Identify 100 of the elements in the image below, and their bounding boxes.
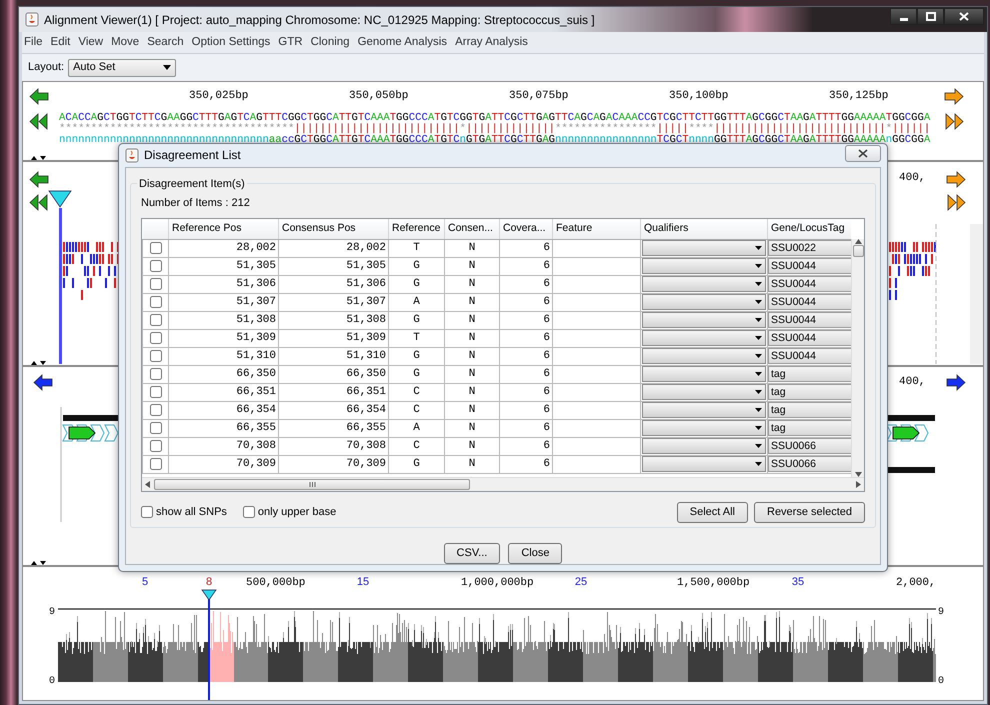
qualifier-dropdown[interactable]: [642, 258, 766, 274]
qualifier-dropdown[interactable]: [642, 402, 766, 418]
row-checkbox[interactable]: [150, 404, 162, 416]
scroll-left-arrow-icon[interactable]: [29, 88, 49, 105]
scroll-left-arrow-icon[interactable]: [33, 374, 53, 391]
column-header[interactable]: Consen...: [444, 219, 500, 239]
table-cell: N: [444, 437, 500, 455]
vertical-scrollbar[interactable]: [851, 239, 864, 477]
table-cell: 51,309: [168, 329, 278, 347]
select-all-button[interactable]: Select All: [676, 502, 748, 522]
table-cell: T: [388, 239, 444, 257]
table-cell: 6: [500, 275, 552, 293]
table-cell: 70,308: [168, 437, 278, 455]
row-checkbox[interactable]: [150, 332, 162, 344]
row-checkbox[interactable]: [150, 368, 162, 380]
table-cell: 66,351: [278, 383, 388, 401]
ruler-label: 8: [206, 576, 212, 588]
horizontal-scrollbar[interactable]: [142, 477, 864, 491]
row-checkbox[interactable]: [150, 458, 162, 470]
scroll-thumb[interactable]: [154, 479, 470, 490]
option-checkbox[interactable]: [242, 506, 255, 518]
ruler-label: 25: [574, 576, 588, 588]
scroll-right-arrow-icon[interactable]: [946, 374, 966, 391]
ruler-label: 5: [142, 576, 148, 588]
gene-tag-cell: tag: [768, 420, 852, 436]
menu-item[interactable]: GTR: [278, 34, 303, 52]
menu-item[interactable]: Array Analysis: [455, 34, 528, 52]
layout-dropdown[interactable]: Auto Set: [68, 58, 176, 76]
menu-item[interactable]: Move: [111, 34, 140, 52]
table-cell: 51,306: [278, 275, 388, 293]
row-checkbox[interactable]: [150, 314, 162, 326]
table-cell: N: [444, 401, 500, 419]
fast-left-arrow-icon[interactable]: [29, 113, 49, 130]
scroll-left-icon: [145, 481, 150, 488]
qualifier-dropdown[interactable]: [642, 348, 766, 364]
qualifier-dropdown[interactable]: [642, 294, 766, 310]
table-cell: N: [444, 347, 500, 365]
qualifier-dropdown[interactable]: [642, 330, 766, 346]
axis-label: 0: [938, 676, 944, 687]
row-checkbox[interactable]: [150, 440, 162, 452]
scroll-right-arrow-icon[interactable]: [946, 171, 966, 188]
column-header[interactable]: Consensus Pos: [278, 219, 388, 239]
gene-tag-cell: SSU0044: [768, 312, 852, 328]
table-cell: G: [388, 275, 444, 293]
qualifier-dropdown[interactable]: [642, 384, 766, 400]
qualifier-dropdown[interactable]: [642, 276, 766, 292]
column-header[interactable]: Qualifiers: [640, 219, 768, 239]
maximize-button[interactable]: [917, 8, 944, 25]
reverse-selected-button[interactable]: Reverse selected: [754, 502, 865, 522]
close-button[interactable]: Close: [508, 543, 562, 564]
csv-button[interactable]: CSV...: [444, 543, 500, 564]
qualifier-dropdown[interactable]: [642, 438, 766, 454]
gene-tag-cell: tag: [768, 384, 852, 400]
caret-icon: [755, 444, 762, 448]
column-header[interactable]: Gene/LocusTag: [768, 219, 852, 239]
menu-item[interactable]: Search: [147, 34, 184, 52]
position-marker-icon[interactable]: [201, 590, 217, 601]
close-button[interactable]: [845, 144, 881, 162]
fast-right-arrow-icon[interactable]: [946, 194, 966, 211]
menu-item[interactable]: Option Settings: [192, 34, 270, 52]
qualifier-dropdown[interactable]: [642, 456, 766, 472]
table-cell: 66,350: [278, 365, 388, 383]
option-checkbox[interactable]: [141, 506, 153, 518]
column-header[interactable]: Reference Pos: [168, 219, 278, 239]
row-checkbox[interactable]: [150, 422, 162, 434]
column-header[interactable]: Feature: [552, 219, 640, 239]
scroll-right-arrow-icon[interactable]: [944, 88, 964, 105]
menu-item[interactable]: View: [78, 34, 104, 52]
fast-left-arrow-icon[interactable]: [29, 194, 49, 211]
row-checkbox[interactable]: [150, 296, 162, 308]
menu-item[interactable]: File: [24, 34, 43, 52]
scroll-left-arrow-icon[interactable]: [29, 171, 49, 188]
caret-icon: [163, 65, 172, 70]
gene-features-drawing: [62, 415, 119, 442]
row-checkbox[interactable]: [150, 242, 162, 254]
menu-item[interactable]: Cloning: [310, 34, 350, 52]
table-cell: 66,354: [278, 401, 388, 419]
table-cell: N: [444, 311, 500, 329]
qualifier-dropdown[interactable]: [642, 420, 766, 436]
vertical-scrollbar[interactable]: [970, 224, 983, 364]
axis-label: 0: [48, 676, 55, 687]
table-cell: 51,310: [168, 347, 278, 365]
row-checkbox[interactable]: [150, 386, 162, 398]
close-button[interactable]: [944, 8, 984, 25]
gene-tag-cell: SSU0044: [768, 294, 852, 310]
column-header[interactable]: Reference: [388, 219, 444, 239]
minimize-button[interactable]: [890, 8, 917, 25]
qualifier-dropdown[interactable]: [642, 366, 766, 382]
row-checkbox[interactable]: [150, 278, 162, 290]
column-header[interactable]: Covera...: [500, 219, 552, 239]
qualifier-dropdown[interactable]: [642, 312, 766, 328]
menu-item[interactable]: Genome Analysis: [358, 34, 448, 52]
qualifier-dropdown[interactable]: [642, 240, 766, 256]
fast-right-arrow-icon[interactable]: [944, 113, 964, 130]
ruler-label: 1,000,000bp: [461, 577, 534, 589]
scroll-thumb[interactable]: [852, 245, 864, 257]
row-checkbox[interactable]: [150, 260, 162, 272]
row-checkbox[interactable]: [150, 350, 162, 362]
menu-item[interactable]: Edit: [50, 34, 70, 52]
gene-tag-cell: SSU0044: [768, 348, 852, 364]
